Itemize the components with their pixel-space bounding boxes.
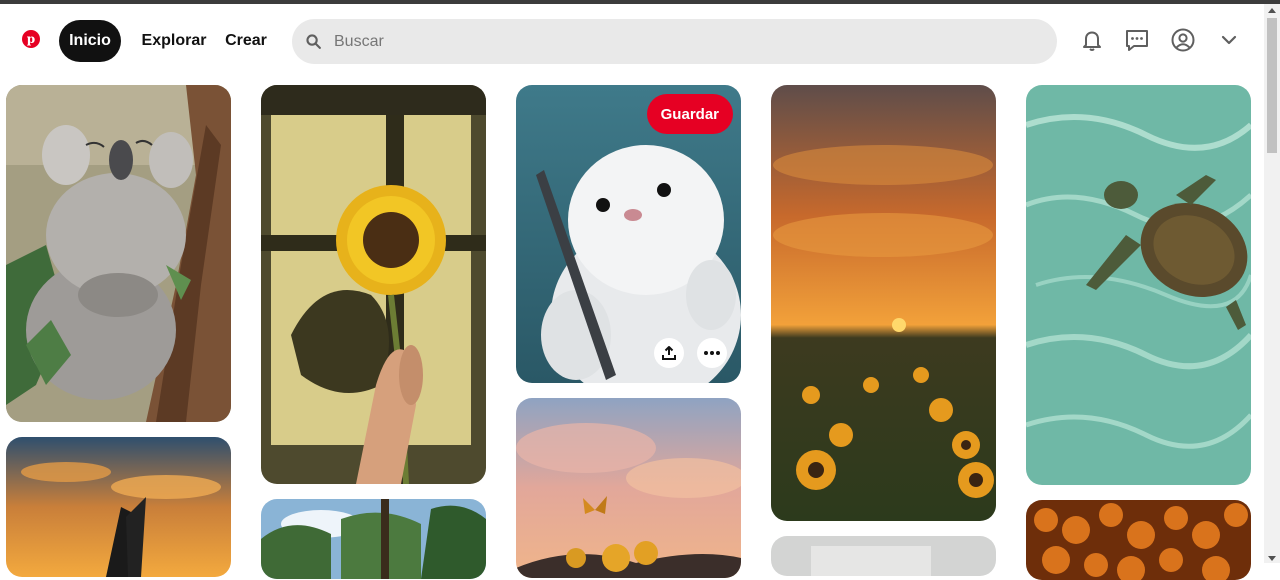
nav-explore-button[interactable]: Explorar	[136, 20, 212, 62]
pin-pink-sky-image[interactable]	[516, 398, 741, 578]
nav-home-button[interactable]: Inicio	[59, 20, 121, 62]
pin-butterfly-sunset-image[interactable]	[6, 437, 231, 577]
pin-orange-flowers-image[interactable]	[1026, 500, 1251, 580]
page-scrollbar[interactable]	[1264, 4, 1280, 563]
bell-icon[interactable]	[1079, 27, 1105, 53]
chat-icon[interactable]	[1124, 27, 1150, 53]
top-navigation-bar: p Inicio Explorar Crear	[0, 4, 1264, 78]
pin-koala-image[interactable]	[6, 85, 231, 422]
pin-sea-turtle-image[interactable]	[1026, 85, 1251, 485]
pin-sunflower-hand-image[interactable]	[261, 85, 486, 484]
scroll-down-arrow-icon[interactable]	[1268, 556, 1276, 561]
pin-forest-image[interactable]	[261, 499, 486, 579]
pin-seal-image[interactable]: Guardar	[516, 85, 741, 383]
scroll-up-arrow-icon[interactable]	[1268, 8, 1276, 13]
search-icon	[306, 34, 321, 49]
nav-create-button[interactable]: Crear	[220, 20, 272, 62]
upload-icon[interactable]	[654, 338, 684, 368]
pin-sunflower-field-image[interactable]	[771, 85, 996, 521]
user-circle-icon[interactable]	[1170, 27, 1196, 53]
pin-white-image[interactable]	[771, 536, 996, 576]
search-input[interactable]	[334, 19, 1034, 64]
chevron-down-icon[interactable]	[1216, 27, 1242, 53]
logo-letter: p	[26, 32, 36, 46]
scrollbar-thumb[interactable]	[1267, 18, 1277, 153]
search-bar[interactable]	[292, 19, 1057, 64]
save-pin-button[interactable]: Guardar	[646, 94, 733, 134]
more-icon[interactable]	[697, 338, 727, 368]
pinterest-logo[interactable]: p	[22, 30, 40, 48]
